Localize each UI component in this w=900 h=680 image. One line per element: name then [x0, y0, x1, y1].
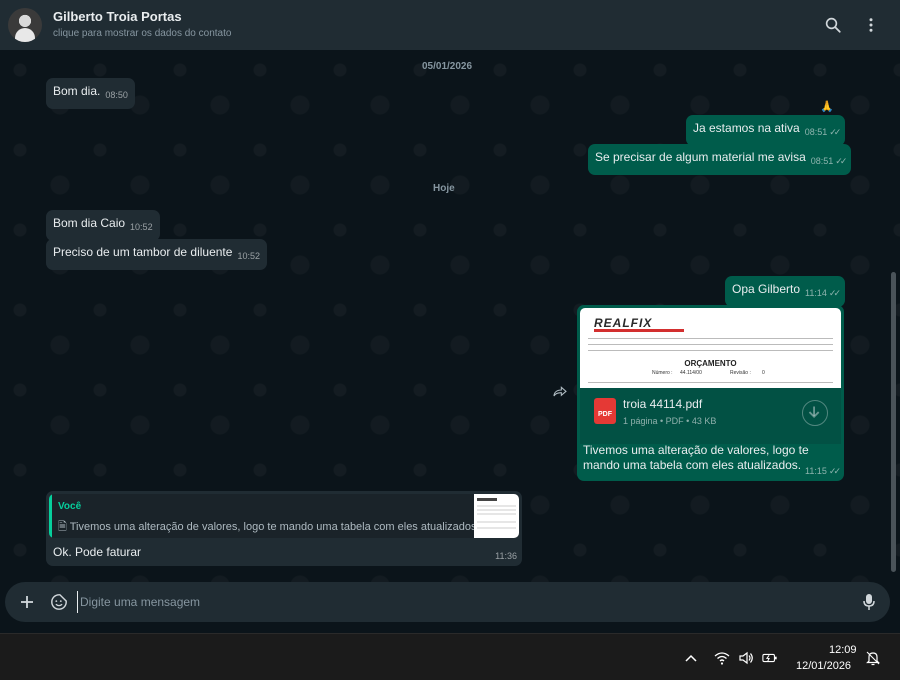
- message-time: 08:51: [810, 156, 834, 166]
- pdf-preview-title: ORÇAMENTO: [684, 359, 737, 368]
- quote-accent-bar: [49, 494, 52, 538]
- message-time: 11:36: [495, 551, 517, 561]
- taskbar-clock-time[interactable]: 12:09: [829, 644, 857, 656]
- battery-charging-icon[interactable]: [762, 650, 778, 666]
- pdf-rule: [588, 382, 833, 383]
- pdf-file-meta: 1 página • PDF • 43 KB: [623, 416, 717, 426]
- pdf-rule: [588, 338, 833, 339]
- message-bubble[interactable]: Preciso de um tambor de diluente 10:52: [46, 239, 267, 270]
- message-time: 10:52: [237, 251, 260, 261]
- message-text: Ok. Pode faturar: [53, 545, 142, 559]
- microphone-icon[interactable]: [862, 593, 876, 611]
- message-time: 11:14: [805, 288, 827, 298]
- document-icon: 🗎: [58, 521, 70, 533]
- date-chip: Hoje: [433, 183, 455, 194]
- quote-thumbnail-graphic: [477, 498, 516, 529]
- pdf-logo-bar: [594, 329, 684, 332]
- message-text: Bom dia Caio: [53, 216, 126, 230]
- quote-text-content: Tivemos uma alteração de valores, logo t…: [69, 521, 480, 533]
- message-text: Bom dia.: [53, 84, 101, 98]
- message-text: Ja estamos na ativa: [693, 121, 800, 135]
- message-bubble[interactable]: Bom dia Caio 10:52: [46, 210, 160, 241]
- chevron-up-icon[interactable]: [683, 650, 699, 666]
- attach-plus-icon[interactable]: [19, 594, 35, 610]
- system-taskbar: 12:09 12/01/2026: [0, 633, 900, 680]
- message-bubble[interactable]: Bom dia. 08:50: [46, 78, 135, 109]
- pdf-logo-text: REALFIX: [594, 316, 653, 330]
- contact-name[interactable]: Gilberto Troia Portas: [53, 9, 182, 24]
- download-icon[interactable]: [802, 400, 828, 426]
- reply-message-bubble[interactable]: Você 🗎 Tivemos uma alteração de valores,…: [46, 491, 522, 566]
- message-time: 08:51: [804, 127, 828, 137]
- pdf-file-name: troia 44114.pdf: [623, 397, 703, 411]
- pdf-preview-thumbnail[interactable]: REALFIX ORÇAMENTO Número : 44.114/00 Rev…: [580, 308, 841, 388]
- message-time: 11:15: [805, 466, 827, 476]
- quote-thumbnail: [474, 494, 519, 538]
- message-input[interactable]: [77, 591, 847, 613]
- message-bubble[interactable]: Opa Gilberto 11:14 ✓✓: [725, 276, 845, 307]
- pdf-rule: [588, 344, 833, 345]
- notification-bell-icon[interactable]: [865, 650, 881, 666]
- search-icon[interactable]: [824, 16, 842, 34]
- message-text: Preciso de um tambor de diluente: [53, 245, 233, 259]
- pdf-preview-label: Revisão :: [730, 370, 751, 376]
- chat-scrollbar[interactable]: [891, 272, 896, 572]
- menu-icon[interactable]: [862, 16, 880, 34]
- contact-avatar[interactable]: [8, 8, 42, 42]
- sticker-icon[interactable]: [50, 593, 68, 611]
- pdf-preview-value: 44.114/00: [680, 370, 702, 376]
- quote-text: 🗎 Tivemos uma alteração de valores, logo…: [58, 518, 480, 537]
- message-bubble[interactable]: Ja estamos na ativa 08:51 ✓✓: [686, 115, 846, 146]
- pdf-rule: [588, 350, 833, 351]
- forward-icon[interactable]: [552, 385, 568, 399]
- contact-subtitle[interactable]: clique para mostrar os dados do contato: [53, 28, 231, 39]
- pdf-file-card[interactable]: PDF troia 44114.pdf 1 página • PDF • 43 …: [580, 388, 841, 444]
- quoted-message[interactable]: Você 🗎 Tivemos uma alteração de valores,…: [49, 494, 519, 538]
- read-ticks-icon: ✓✓: [828, 466, 841, 476]
- message-bubble[interactable]: Se precisar de algum material me avisa 08…: [588, 144, 852, 175]
- message-time: 08:50: [105, 90, 128, 100]
- chat-header[interactable]: Gilberto Troia Portas clique para mostra…: [0, 0, 900, 50]
- volume-icon[interactable]: [738, 650, 754, 666]
- pdf-preview-label: Número :: [652, 370, 673, 376]
- message-meta: 11:15 ✓✓: [800, 458, 841, 477]
- read-ticks-icon: ✓✓: [828, 288, 841, 298]
- date-chip: 05/01/2026: [422, 61, 473, 72]
- message-time: 10:52: [130, 222, 153, 232]
- read-ticks-icon: ✓✓: [835, 156, 847, 166]
- wifi-icon[interactable]: [714, 650, 730, 666]
- pdf-message-bubble[interactable]: REALFIX ORÇAMENTO Número : 44.114/00 Rev…: [577, 305, 844, 481]
- message-text: Opa Gilberto: [732, 282, 801, 296]
- pdf-preview-value: 0: [762, 370, 765, 376]
- pdf-file-icon: PDF: [594, 398, 616, 424]
- quote-author: Você: [58, 501, 82, 512]
- message-text: Se precisar de algum material me avisa: [595, 150, 806, 164]
- taskbar-clock-date[interactable]: 12/01/2026: [796, 660, 851, 672]
- read-ticks-icon: ✓✓: [829, 127, 841, 137]
- message-composer: [5, 582, 890, 622]
- reaction-emoji: 🙏: [820, 101, 834, 113]
